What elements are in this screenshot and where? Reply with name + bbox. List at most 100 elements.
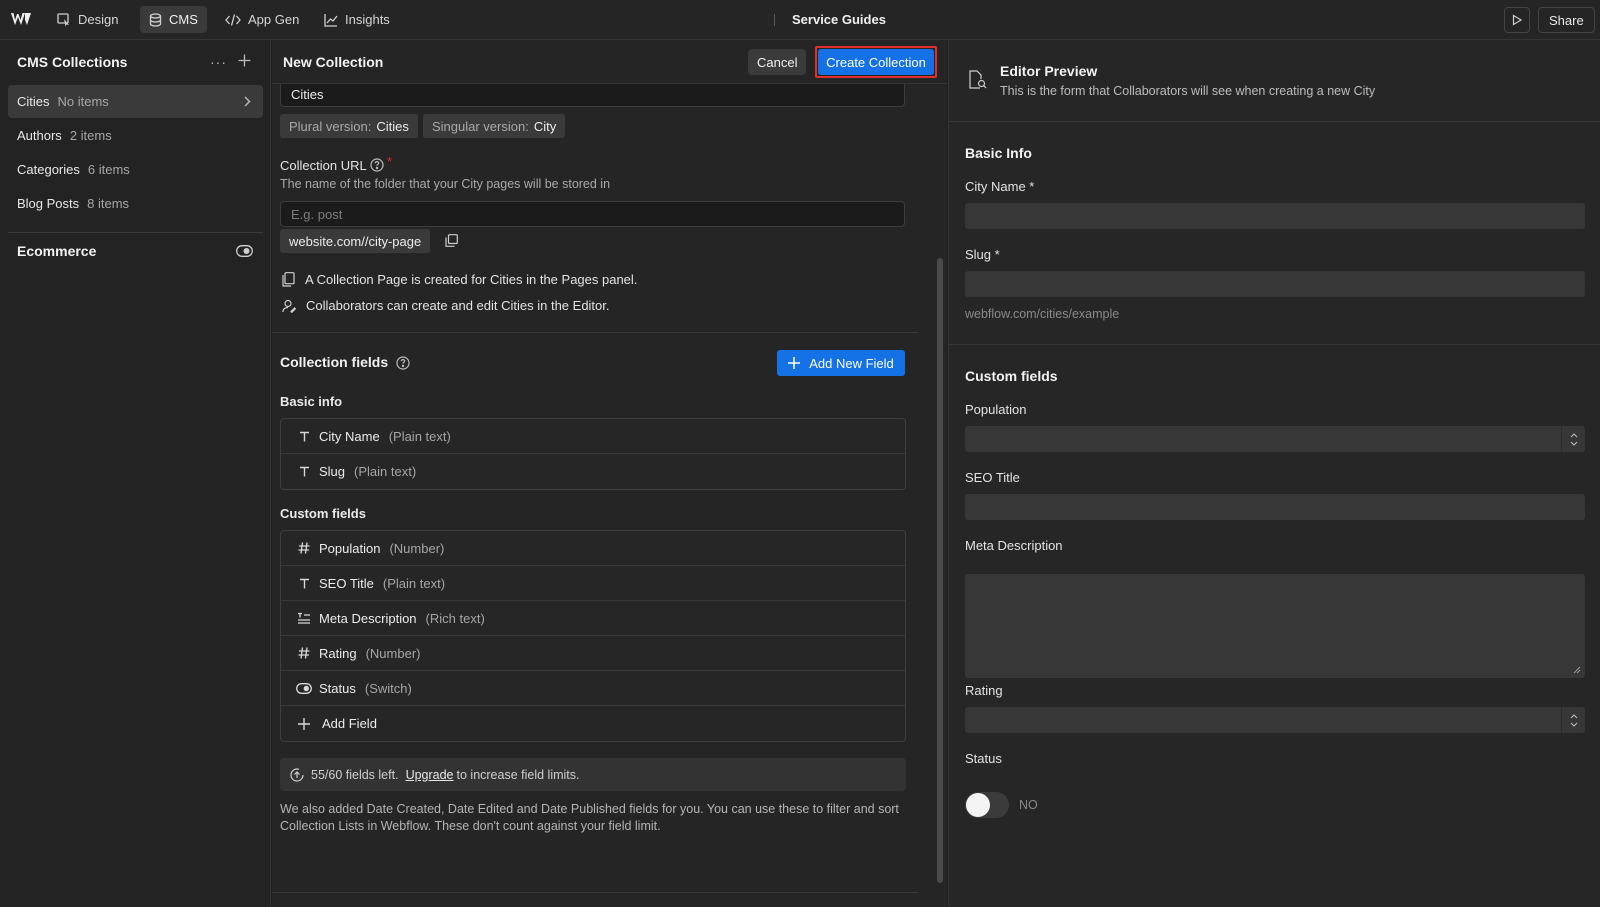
slug-label: Slug * [965,247,1000,262]
help-icon[interactable] [396,356,410,370]
rating-label: Rating [965,683,1003,698]
field-row-rating[interactable]: Rating (Number) [281,636,905,671]
field-row-status[interactable]: Status (Switch) [281,671,905,706]
toggle-knob [966,793,990,817]
population-input[interactable] [965,426,1585,452]
tab-cms[interactable]: CMS [140,6,207,33]
tab-design-label: Design [78,12,119,27]
upgrade-suffix-text: to increase field limits. [456,767,580,782]
field-row-city-name[interactable]: City Name (Plain text) [281,419,905,454]
date-fields-footnote: We also added Date Created, Date Edited … [280,802,899,833]
field-row-slug[interactable]: Slug (Plain text) [281,454,905,489]
text-type-icon [296,428,312,444]
tab-app-gen-label: App Gen [248,12,300,27]
field-name: SEO Title [319,575,374,591]
ecommerce-title: Ecommerce [17,243,97,259]
status-label: Status [965,751,1002,766]
field-type: (Plain text) [354,464,417,479]
collection-count: 2 items [69,128,112,143]
chart-icon [324,13,338,27]
collection-name: Categories [17,162,80,177]
field-type: (Switch) [364,680,412,696]
number-type-icon [296,540,312,556]
collection-name-input[interactable]: Cities [280,81,905,107]
top-bar: Design CMS App Gen Insights Service Guid… [0,0,1600,40]
collection-url-input[interactable]: E.g. post [280,201,905,227]
sidebar-item-authors[interactable]: Authors 2 items [8,119,263,152]
rich-text-type-icon [296,610,312,626]
basic-info-heading: Basic Info [965,145,1032,161]
visibility-eye-icon[interactable] [236,245,253,257]
sidebar-title: CMS Collections [17,54,128,70]
field-row-population[interactable]: Population (Number) [281,531,905,566]
more-options-icon[interactable]: ··· [210,54,227,70]
add-new-field-label: Add New Field [809,355,894,371]
slug-input[interactable] [965,271,1585,297]
field-row-seo-title[interactable]: SEO Title (Plain text) [281,566,905,601]
meta-description-label: Meta Description [965,538,1063,553]
note-text: Collaborators can create and edit Cities… [306,298,610,313]
play-icon [1511,14,1523,26]
webflow-logo-icon[interactable] [10,11,32,27]
code-icon [225,13,241,27]
upgrade-arrow-icon [290,767,304,782]
field-name: Status [319,680,356,696]
panel-bottom-divider [272,892,918,893]
resize-handle-icon[interactable] [1573,666,1581,674]
url-preview-chip: website.com//city-page [280,229,431,253]
pages-icon [282,272,295,287]
editor-preview-panel: Editor Preview This is the form that Col… [948,40,1600,907]
tab-insights[interactable]: Insights [315,6,399,33]
collection-name: Cities [17,94,50,109]
copy-icon[interactable] [445,234,458,247]
plural-label: Plural version: [289,118,372,134]
custom-fields-heading: Custom fields [965,368,1058,384]
add-field-row[interactable]: Add Field [281,706,905,741]
tab-insights-label: Insights [345,12,390,27]
plural-value: Cities [376,118,409,134]
text-type-icon [296,464,312,480]
number-stepper[interactable] [1561,426,1585,452]
sidebar-item-blog-posts[interactable]: Blog Posts 8 items [8,187,263,220]
city-name-input[interactable] [965,203,1585,229]
site-title: Service Guides [792,12,886,27]
basic-info-title: Basic info [280,394,343,409]
collection-count: 8 items [87,196,130,211]
add-new-field-button[interactable]: Add New Field [777,350,905,376]
meta-description-textarea[interactable] [965,574,1585,678]
preview-title: Editor Preview [1000,63,1098,79]
status-toggle[interactable] [965,792,1009,818]
field-name: City Name [319,428,380,444]
tab-app-gen[interactable]: App Gen [216,6,308,33]
field-name: Slug [319,464,346,479]
slug-hint: webflow.com/cities/example [965,307,1120,321]
number-stepper[interactable] [1561,707,1585,733]
preview-button[interactable] [1504,7,1530,33]
share-button[interactable]: Share [1538,7,1595,33]
field-row-meta-description[interactable]: Meta Description (Rich text) [281,601,905,636]
rating-input[interactable] [965,707,1585,733]
seo-title-input[interactable] [965,494,1585,520]
sidebar-item-cities[interactable]: Cities No items [8,85,263,118]
panel-scrollbar[interactable] [937,258,943,883]
sidebar-divider [8,232,263,233]
add-collection-icon[interactable] [238,54,251,67]
tab-design[interactable]: Design [48,6,127,33]
field-name: Population [319,540,381,556]
custom-fields-title: Custom fields [280,506,366,521]
field-type: (Plain text) [382,575,446,591]
custom-fields-list: Population (Number) SEO Title (Plain tex… [280,530,906,742]
collection-name: Blog Posts [17,196,80,211]
preview-divider [949,121,1600,122]
plus-icon [788,357,801,369]
sidebar-item-categories[interactable]: Categories 6 items [8,153,263,186]
switch-type-icon [296,680,312,696]
field-limit-info: 55/60 fields left. Upgrade to increase f… [280,758,906,791]
status-value: NO [1019,798,1038,812]
collection-url-label: Collection URL [280,158,367,173]
upgrade-link[interactable]: Upgrade [406,768,454,782]
cancel-button[interactable]: Cancel [748,49,807,75]
help-icon[interactable] [370,158,384,172]
tab-cms-label: CMS [169,12,198,27]
create-collection-button[interactable]: Create Collection [818,49,934,75]
